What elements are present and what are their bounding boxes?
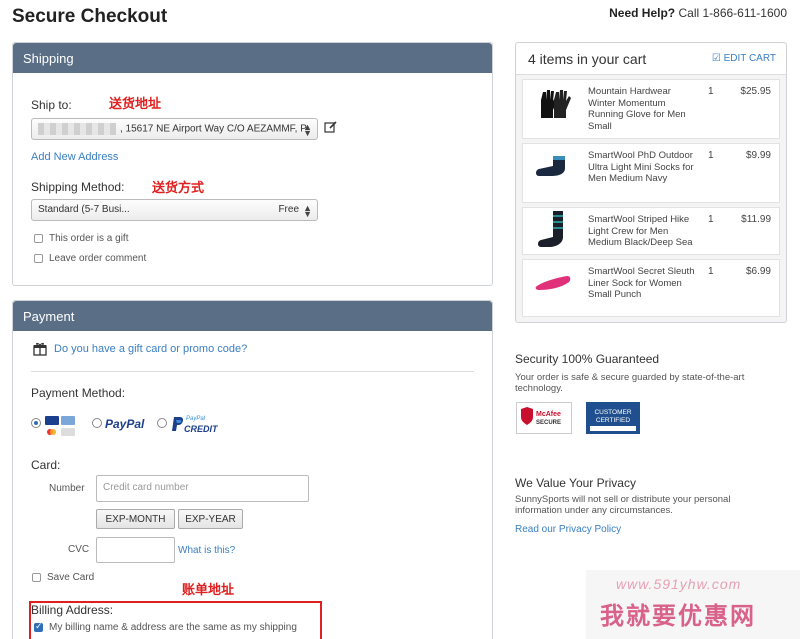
svg-text:CERTIFIED: CERTIFIED <box>596 417 630 424</box>
help-label: Need Help? <box>609 6 676 20</box>
cart-count: 4 items in your cart <box>528 51 647 67</box>
address-value: , 15617 NE Airport Way C/O AEZAMMF, P <box>120 123 307 135</box>
cart-item: SmartWool Striped Hike Light Crew for Me… <box>522 207 780 255</box>
cart-item: Mountain Hardwear Winter Momentum Runnin… <box>522 79 780 139</box>
address-select[interactable]: , 15617 NE Airport Way C/O AEZAMMF, P ▲ ▼ <box>31 118 318 140</box>
cvc-input[interactable] <box>96 537 175 563</box>
privacy-policy-link[interactable]: Read our Privacy Policy <box>515 524 621 535</box>
cart-header: 4 items in your cart ☑ EDIT CART <box>516 43 786 75</box>
item-qty: 1 <box>708 150 714 161</box>
edit-cart-link[interactable]: ☑ EDIT CART <box>712 53 776 64</box>
add-new-address-link[interactable]: Add New Address <box>31 151 118 163</box>
gift-label: This order is a gift <box>49 233 129 244</box>
item-price: $11.99 <box>741 214 771 225</box>
shipping-method-annotation: 送货方式 <box>152 181 205 196</box>
mcafee-secure-badge[interactable]: McAfee SECURE <box>516 402 572 434</box>
edit-cart-label: EDIT CART <box>723 53 776 64</box>
gift-box-icon <box>33 342 47 356</box>
billing-annotation: 账单地址 <box>182 583 235 598</box>
watermark: www.591yhw.com 我就要优惠网 <box>586 570 800 639</box>
svg-text:CUSTOMER: CUSTOMER <box>594 409 631 416</box>
glove-icon <box>533 86 575 120</box>
payment-method-label: Payment Method: <box>31 386 126 400</box>
shipping-header: Shipping <box>13 43 492 73</box>
bizrate-certified-badge[interactable]: CUSTOMER CERTIFIED <box>586 402 640 434</box>
shipping-method-value: Standard (5-7 Busi... <box>38 204 130 215</box>
item-price: $6.99 <box>745 266 771 277</box>
security-title: Security 100% Guaranteed <box>515 352 660 366</box>
item-qty: 1 <box>708 86 714 97</box>
gift-checkbox[interactable]: This order is a gift <box>34 233 128 244</box>
page-title: Secure Checkout <box>12 6 168 27</box>
gift-card-link[interactable]: Do you have a gift card or promo code? <box>54 343 247 355</box>
paypal-logo: PayPal <box>105 417 145 431</box>
help-contact[interactable]: Need Help? Call 1-866-611-1600 <box>609 6 787 20</box>
shipping-method-price: Free <box>278 204 299 215</box>
paypal-credit-radio[interactable] <box>157 418 167 428</box>
checkbox-icon <box>32 573 41 582</box>
svg-text:McAfee: McAfee <box>536 411 561 418</box>
card-label: Card: <box>31 458 61 472</box>
watermark-url: www.591yhw.com <box>616 576 742 592</box>
shipping-panel: Shipping <box>12 42 493 286</box>
ship-to-annotation: 送货地址 <box>109 97 162 112</box>
svg-text:SECURE: SECURE <box>536 420 561 426</box>
shipping-method-select[interactable]: Standard (5-7 Busi... Free ▲ ▼ <box>31 199 318 221</box>
paypal-credit-top: PayPal <box>186 416 206 422</box>
checkbox-icon <box>34 254 43 263</box>
item-name[interactable]: SmartWool Secret Sleuth Liner Sock for W… <box>588 266 698 301</box>
billing-address-label: Billing Address: <box>31 603 114 617</box>
item-name[interactable]: SmartWool PhD Outdoor Ultra Light Mini S… <box>588 150 698 185</box>
comment-checkbox[interactable]: Leave order comment <box>34 253 146 264</box>
checkbox-icon <box>34 234 43 243</box>
edit-icon: ☑ <box>711 53 721 64</box>
save-card-checkbox[interactable]: Save Card <box>32 572 94 583</box>
card-logos-icon <box>45 416 77 438</box>
cart-item: SmartWool PhD Outdoor Ultra Light Mini S… <box>522 143 780 203</box>
paypal-radio[interactable] <box>92 418 102 428</box>
billing-same-label: My billing name & address are the same a… <box>49 622 297 633</box>
exp-year-select[interactable]: EXP-YEAR <box>178 509 243 529</box>
checkbox-checked-icon <box>34 621 43 632</box>
card-radio[interactable] <box>31 418 41 428</box>
item-name[interactable]: SmartWool Striped Hike Light Crew for Me… <box>588 214 698 249</box>
privacy-title: We Value Your Privacy <box>515 476 636 490</box>
divider <box>31 371 474 372</box>
redacted-name <box>38 123 116 135</box>
payment-header: Payment <box>13 301 492 331</box>
watermark-text: 我就要优惠网 <box>600 602 756 630</box>
help-phone: Call 1-866-611-1600 <box>678 6 787 20</box>
select-arrows-icon: ▲ ▼ <box>303 203 312 219</box>
item-name[interactable]: Mountain Hardwear Winter Momentum Runnin… <box>588 86 698 132</box>
exp-month-select[interactable]: EXP-MONTH <box>96 509 175 529</box>
privacy-text: SunnySports will not sell or distribute … <box>515 494 731 516</box>
item-qty: 1 <box>708 214 714 225</box>
save-card-label: Save Card <box>47 572 95 583</box>
edit-address-icon[interactable] <box>324 121 337 134</box>
billing-same-checkbox[interactable]: My billing name & address are the same a… <box>34 621 297 633</box>
ship-to-label: Ship to: <box>31 98 72 112</box>
card-number-input[interactable]: Credit card number <box>96 475 309 502</box>
security-text: Your order is safe & secure guarded by s… <box>515 372 745 394</box>
sock-icon <box>533 150 575 184</box>
what-is-this-link[interactable]: What is this? <box>178 545 235 556</box>
sock-icon <box>533 266 575 300</box>
item-price: $25.95 <box>740 86 771 97</box>
paypal-credit-logo: CREDIT <box>184 424 218 434</box>
cart-panel: 4 items in your cart ☑ EDIT CART Mountai… <box>515 42 787 323</box>
select-arrows-icon: ▲ ▼ <box>303 122 312 138</box>
sock-icon <box>533 211 575 247</box>
item-qty: 1 <box>708 266 714 277</box>
cart-item: SmartWool Secret Sleuth Liner Sock for W… <box>522 259 780 317</box>
comment-label: Leave order comment <box>49 253 147 264</box>
cvc-label: CVC <box>68 544 90 555</box>
number-label: Number <box>49 483 85 494</box>
shipping-method-label: Shipping Method: <box>31 180 125 194</box>
item-price: $9.99 <box>745 150 771 161</box>
